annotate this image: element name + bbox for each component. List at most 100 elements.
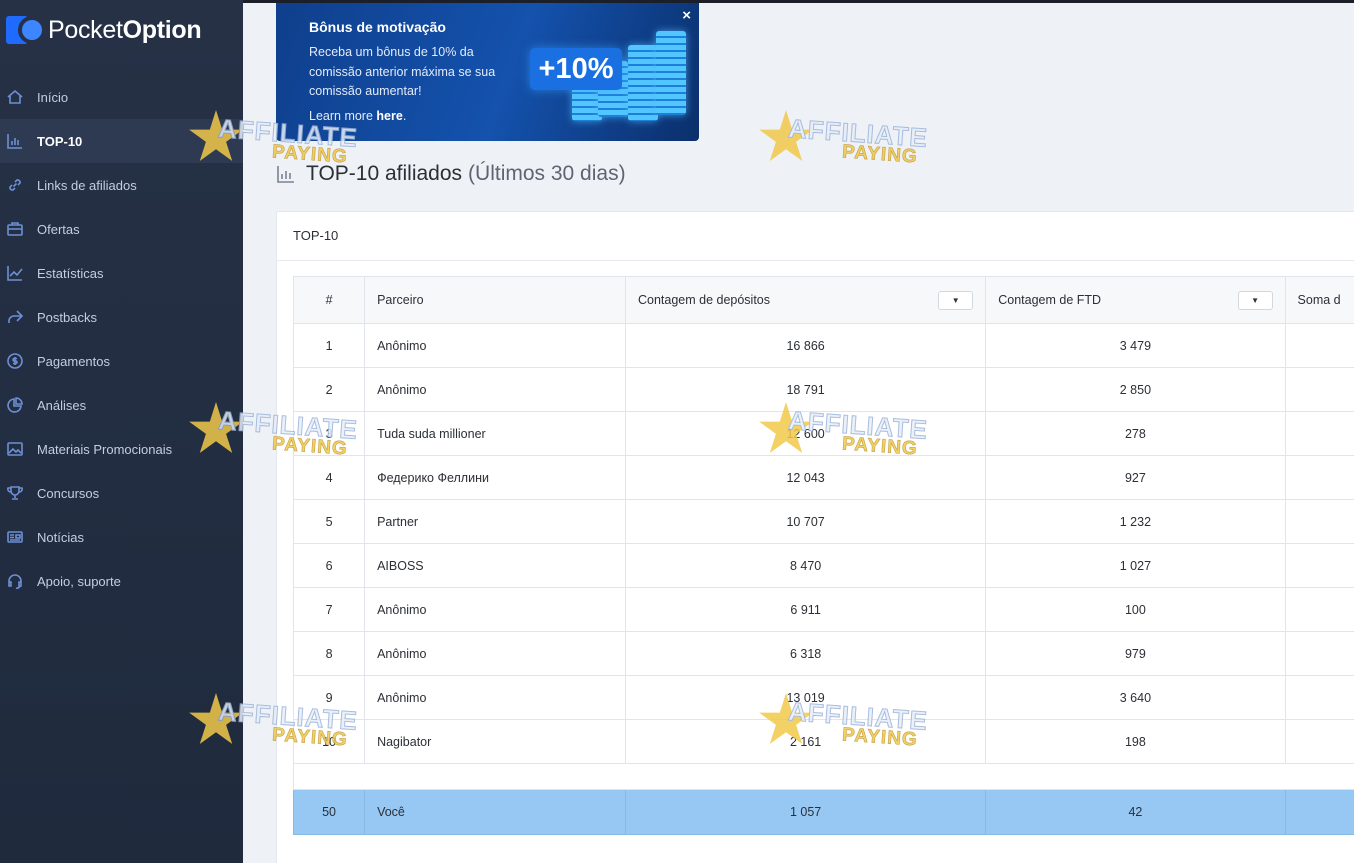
banner-title: Bônus de motivação xyxy=(309,19,446,35)
image-icon xyxy=(6,440,24,458)
deposits-cell: 12 043 xyxy=(624,455,987,500)
rank-cell: 50 xyxy=(292,789,366,835)
briefcase-icon xyxy=(6,220,24,238)
sidebar-item-estatisticas[interactable]: Estatísticas xyxy=(0,251,243,295)
table-header-row: # Parceiro Contagem de depósitos ▼ Conta… xyxy=(292,276,1354,324)
rank-cell: 4 xyxy=(292,455,366,500)
ftd-cell: 3 640 xyxy=(985,675,1286,720)
pie-chart-icon xyxy=(6,396,24,414)
partner-cell: Anônimo xyxy=(364,367,626,412)
share-arrow-icon xyxy=(6,308,24,326)
column-header-ftd: Contagem de FTD ▼ xyxy=(985,276,1286,324)
sidebar-item-label: Materiais Promocionais xyxy=(37,441,173,457)
sidebar-item-suporte[interactable]: Apoio, suporte xyxy=(0,559,243,603)
rank-cell: 7 xyxy=(292,587,366,632)
ftd-cell: 278 xyxy=(985,411,1286,456)
deposits-cell: 13 019 xyxy=(624,675,987,720)
bar-chart-icon xyxy=(276,164,296,184)
home-icon xyxy=(6,88,24,106)
deposits-cell: 6 318 xyxy=(624,631,987,676)
table-row: 7 Anônimo 6 911 100 xyxy=(292,587,1354,632)
sidebar-item-pagamentos[interactable]: Pagamentos xyxy=(0,339,243,383)
dollar-circle-icon xyxy=(6,352,24,370)
rank-cell: 9 xyxy=(292,675,366,720)
sum-cell xyxy=(1284,367,1354,412)
sidebar-item-label: Apoio, suporte xyxy=(37,573,121,589)
rank-cell: 8 xyxy=(292,631,366,676)
sum-cell xyxy=(1284,411,1354,456)
sidebar-item-label: Ofertas xyxy=(37,221,80,237)
deposits-sort-dropdown[interactable]: ▼ xyxy=(938,291,974,310)
rank-cell: 1 xyxy=(292,323,366,368)
sidebar-item-materiais[interactable]: Materiais Promocionais xyxy=(0,427,243,471)
sidebar-item-inicio[interactable]: Início xyxy=(0,75,243,119)
caret-down-icon: ▼ xyxy=(951,296,960,305)
close-icon[interactable]: × xyxy=(682,7,691,24)
ftd-sort-dropdown[interactable]: ▼ xyxy=(1237,291,1273,310)
sidebar-item-analises[interactable]: Análises xyxy=(0,383,243,427)
logo-mark-icon xyxy=(6,14,46,46)
column-header-deposits: Contagem de depósitos ▼ xyxy=(624,276,987,324)
sum-cell xyxy=(1284,499,1354,544)
sidebar-item-label: Notícias xyxy=(37,529,84,545)
ftd-cell: 2 850 xyxy=(985,367,1286,412)
sum-cell xyxy=(1284,789,1354,835)
sidebar-item-noticias[interactable]: Notícias xyxy=(0,515,243,559)
page-subtitle: (Últimos 30 dias) xyxy=(468,162,626,185)
sidebar-item-top10[interactable]: TOP-10 xyxy=(0,119,243,163)
deposits-cell: 10 707 xyxy=(624,499,987,544)
partner-cell: Anônimo xyxy=(364,323,626,368)
ftd-cell: 979 xyxy=(985,631,1286,676)
partner-cell: Anônimo xyxy=(364,587,626,632)
partner-cell: Nagibator xyxy=(364,719,626,764)
partner-cell: Você xyxy=(364,789,626,835)
line-chart-icon xyxy=(6,264,24,282)
top10-card: TOP-10 # Parceiro Contagem de depósitos … xyxy=(276,211,1354,863)
deposits-cell: 18 791 xyxy=(624,367,987,412)
sum-cell xyxy=(1284,455,1354,500)
rank-cell: 10 xyxy=(292,719,366,764)
ftd-cell: 198 xyxy=(985,719,1286,764)
sum-cell xyxy=(1284,631,1354,676)
deposits-cell: 16 866 xyxy=(624,323,987,368)
sidebar-item-label: Estatísticas xyxy=(37,265,104,281)
sidebar-item-label: TOP-10 xyxy=(37,133,83,149)
link-icon xyxy=(6,176,24,194)
rank-cell: 6 xyxy=(292,543,366,588)
sum-cell xyxy=(1284,675,1354,720)
ftd-cell: 100 xyxy=(985,587,1286,632)
table-row: 4 Федерико Феллини 12 043 927 xyxy=(292,455,1354,500)
table-row: 1 Anônimo 16 866 3 479 xyxy=(292,323,1354,368)
table-row: 10 Nagibator 2 161 198 xyxy=(292,719,1354,764)
column-header-partner: Parceiro xyxy=(364,276,626,324)
table-row: 8 Anônimo 6 318 979 xyxy=(292,631,1354,676)
partner-cell: AIBOSS xyxy=(364,543,626,588)
ftd-cell: 42 xyxy=(985,789,1286,835)
card-title: TOP-10 xyxy=(293,228,339,243)
sum-cell xyxy=(1284,543,1354,588)
banner-text: Receba um bônus de 10% da comissão anter… xyxy=(309,45,496,98)
banner-learn-more-link[interactable]: here xyxy=(376,109,402,123)
sidebar-item-concursos[interactable]: Concursos xyxy=(0,471,243,515)
sidebar-item-postbacks[interactable]: Postbacks xyxy=(0,295,243,339)
logo-text: PocketOption xyxy=(48,15,202,44)
sidebar-item-ofertas[interactable]: Ofertas xyxy=(0,207,243,251)
table-row: 5 Partner 10 707 1 232 xyxy=(292,499,1354,544)
caret-down-icon: ▼ xyxy=(1251,296,1259,305)
sidebar-item-label: Início xyxy=(37,89,69,105)
promo-banner: Bônus de motivação Receba um bônus de 10… xyxy=(276,3,699,141)
sum-cell xyxy=(1284,587,1354,632)
sidebar-item-links[interactable]: Links de afiliados xyxy=(0,163,243,207)
ftd-cell: 927 xyxy=(985,455,1286,500)
table-row: 3 Tuda suda millioner 12 600 278 xyxy=(292,411,1354,456)
sidebar-nav: Início TOP-10 Links de afiliados Ofertas… xyxy=(0,75,243,603)
sidebar: PocketOption Início TOP-10 Links de afil… xyxy=(0,0,243,863)
headset-icon xyxy=(6,572,24,590)
table-row-you: 50 Você 1 057 42 xyxy=(292,789,1354,835)
rank-cell: 5 xyxy=(292,499,366,544)
pocketoption-logo[interactable]: PocketOption xyxy=(6,14,202,46)
ftd-cell: 1 027 xyxy=(985,543,1286,588)
sidebar-item-label: Análises xyxy=(37,397,87,413)
sidebar-item-label: Links de afiliados xyxy=(37,177,137,193)
sidebar-item-label: Concursos xyxy=(37,485,100,501)
